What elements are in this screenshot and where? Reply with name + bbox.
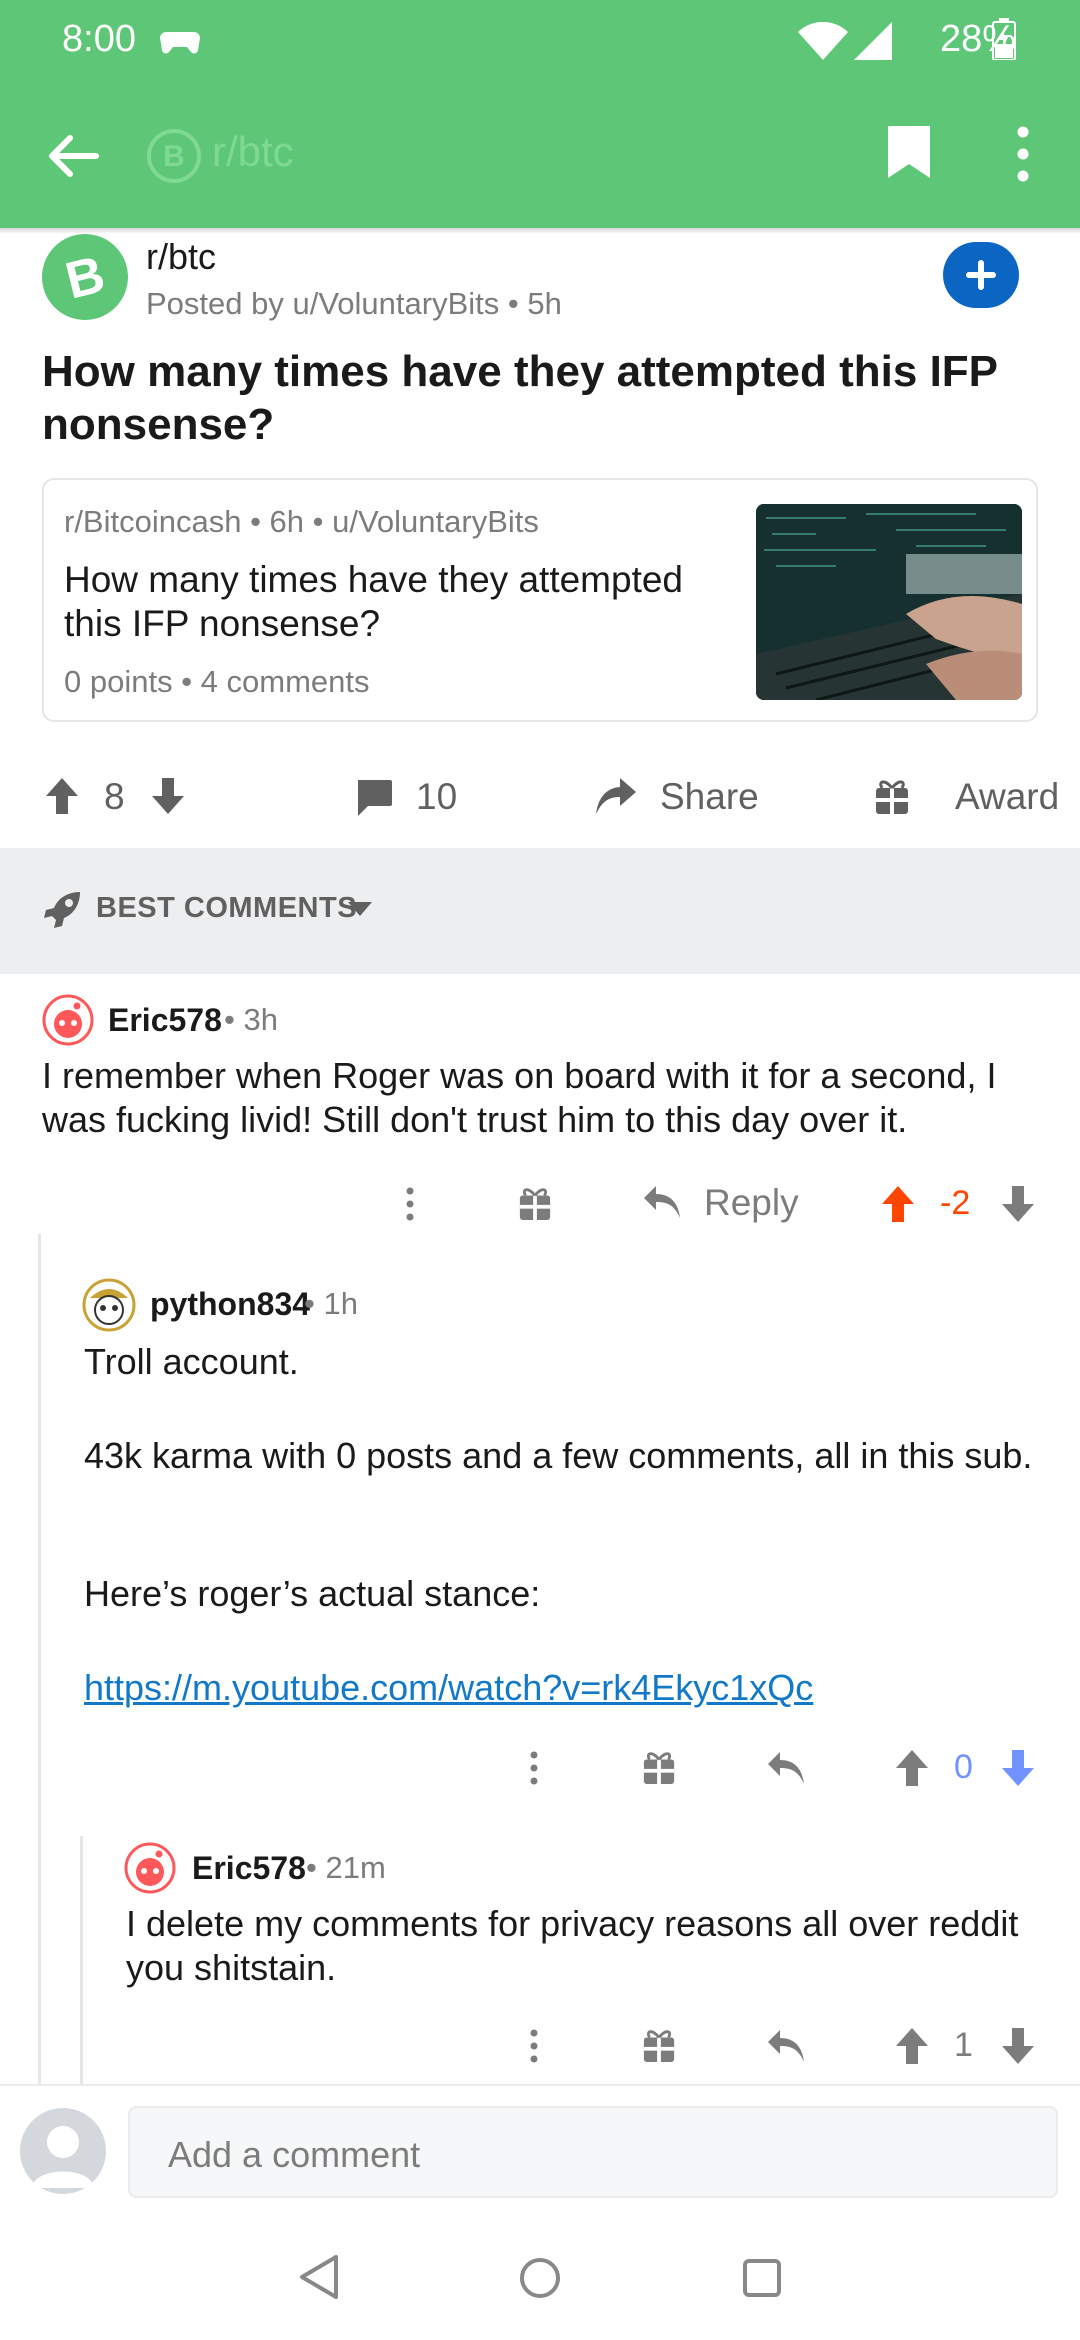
downvote-icon[interactable] (1000, 2026, 1036, 2071)
battery-icon (992, 18, 1016, 65)
comment-count[interactable]: 10 (416, 776, 457, 818)
overflow-menu-icon[interactable] (1010, 124, 1036, 189)
upvote-icon[interactable] (880, 1184, 916, 1229)
add-comment-input[interactable]: Add a comment (128, 2106, 1058, 2198)
gamepad-icon (160, 26, 200, 61)
back-arrow-icon[interactable] (44, 128, 100, 189)
subreddit-name[interactable]: r/btc (146, 236, 216, 278)
reply-icon[interactable] (642, 1184, 682, 1225)
overflow-menu-icon[interactable] (528, 2028, 540, 2069)
share-icon[interactable] (594, 776, 638, 821)
overflow-menu-icon[interactable] (528, 1750, 540, 1791)
status-time: 8:00 (62, 18, 136, 60)
comment: Eric578 • 21m I delete my comments for p… (0, 1836, 1080, 2086)
crosspost-thumbnail[interactable] (756, 504, 1022, 700)
toolbar-title: r/btc (212, 128, 294, 175)
plus-icon (966, 260, 996, 290)
comment-author[interactable]: Eric578 (108, 1002, 222, 1039)
comment-age: 3h (243, 1002, 278, 1037)
comment-icon[interactable] (354, 778, 394, 823)
comment: python834 • 1h Troll account. 43k karma … (0, 1260, 1080, 1820)
post-meta: Posted by u/VoluntaryBits • 5h (146, 286, 562, 321)
comment-age-line: • 1h (304, 1286, 358, 1321)
avatar[interactable] (42, 994, 94, 1051)
reply-icon[interactable] (766, 1750, 806, 1791)
reply-button[interactable]: Reply (704, 1182, 799, 1224)
post-title: How many times have they attempted this … (42, 347, 998, 449)
overflow-menu-icon[interactable] (404, 1186, 416, 1227)
rocket-icon (42, 890, 82, 935)
wifi-icon (798, 21, 848, 67)
award-icon[interactable] (642, 1748, 676, 1791)
award-icon[interactable] (518, 1184, 552, 1227)
toolbar: B r/btc (0, 84, 1080, 228)
comment-composer: Add a comment (0, 2084, 1080, 2212)
svg-text:B: B (60, 245, 110, 310)
nav-back-icon[interactable] (298, 2254, 340, 2305)
join-button[interactable] (943, 242, 1019, 308)
crosspost-card[interactable]: r/Bitcoincash • 6h • u/VoluntaryBits How… (42, 478, 1038, 722)
crosspost-stats: 0 points • 4 comments (64, 664, 370, 699)
award-icon[interactable] (874, 776, 910, 821)
comment-age: 21m (325, 1850, 386, 1885)
downvote-icon[interactable] (1000, 1184, 1036, 1229)
award-icon[interactable] (642, 2026, 676, 2069)
post-actions: 8 10 Share Award (0, 760, 1080, 834)
award-label[interactable]: Award (955, 776, 1059, 818)
comment-link[interactable]: https://m.youtube.com/watch?v=rk4Ekyc1xQ… (84, 1666, 1044, 1710)
status-bar: 8:00 28% (0, 0, 1080, 84)
comment-age-line: • 3h (224, 1002, 278, 1037)
downvote-icon[interactable] (1000, 1748, 1036, 1793)
comment-age-line: • 21m (306, 1850, 386, 1885)
chevron-down-icon[interactable] (348, 902, 372, 921)
reply-icon[interactable] (766, 2028, 806, 2069)
signal-icon (854, 22, 894, 67)
comment-body: Troll account. (84, 1341, 299, 1382)
downvote-icon[interactable] (150, 776, 186, 821)
comment-body: 43k karma with 0 posts and a few comment… (84, 1435, 1033, 1476)
bitcoin-cash-icon: B (146, 128, 202, 189)
toolbar-shadow (0, 228, 1080, 234)
comment-score: 0 (954, 1748, 973, 1786)
comment: Eric578 • 3h I remember when Roger was o… (0, 974, 1080, 1224)
post-score: 8 (104, 776, 125, 817)
comment-author[interactable]: Eric578 (192, 1850, 306, 1887)
subreddit-avatar[interactable]: B (42, 234, 128, 320)
upvote-icon[interactable] (894, 2026, 930, 2071)
crosspost-meta: r/Bitcoincash • 6h • u/VoluntaryBits (64, 504, 539, 539)
system-nav-bar (0, 2212, 1080, 2340)
avatar[interactable] (20, 2108, 106, 2194)
upvote-icon[interactable] (44, 776, 80, 821)
bitcoin-cash-icon: B (60, 245, 110, 310)
comment-sort-bar[interactable]: BEST COMMENTS (0, 848, 1080, 974)
posted-by[interactable]: Posted by u/VoluntaryBits (146, 286, 499, 321)
comment-age: 1h (323, 1286, 358, 1321)
nav-recents-icon[interactable] (742, 2258, 782, 2303)
nav-home-icon[interactable] (518, 2256, 562, 2305)
sort-label[interactable]: BEST COMMENTS (96, 892, 357, 925)
post-age: 5h (527, 286, 562, 321)
avatar[interactable] (124, 1842, 176, 1899)
comment-score: 1 (954, 2026, 973, 2064)
upvote-icon[interactable] (894, 1748, 930, 1793)
svg-text:B: B (163, 140, 185, 173)
avatar[interactable] (82, 1278, 136, 1337)
comment-score: -2 (940, 1184, 971, 1222)
comment-author[interactable]: python834 (150, 1286, 310, 1323)
comment-body: I remember when Roger was on board with … (42, 1055, 997, 1140)
bookmark-icon[interactable] (886, 124, 932, 185)
share-label[interactable]: Share (660, 776, 759, 818)
comment-body: Here’s roger’s actual stance: (84, 1573, 541, 1614)
crosspost-title: How many times have they attempted this … (64, 559, 684, 645)
comment-body: I delete my comments for privacy reasons… (126, 1903, 1019, 1988)
